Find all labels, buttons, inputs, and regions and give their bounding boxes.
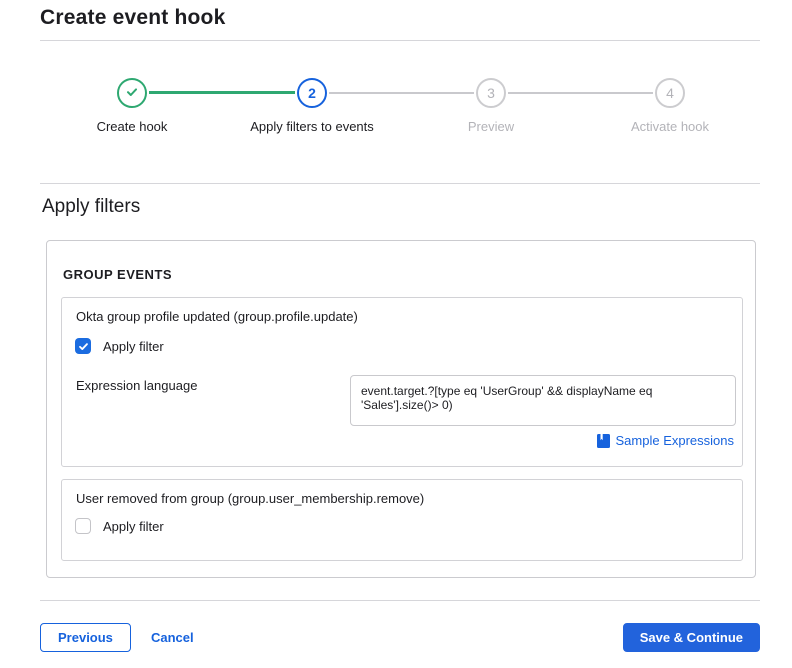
check-icon [125,85,139,102]
apply-filter-label: Apply filter [103,339,164,354]
apply-filter-row[interactable]: Apply filter [75,338,164,354]
event-title: User removed from group (group.user_memb… [76,491,424,506]
step-1-label: Create hook [42,119,222,134]
step-4-label: Activate hook [580,119,760,134]
previous-button[interactable]: Previous [40,623,131,652]
step-2-label: Apply filters to events [222,119,402,134]
step-3-circle: 3 [476,78,506,108]
apply-filter-checkbox-unchecked[interactable] [75,518,91,534]
cancel-link[interactable]: Cancel [151,630,194,645]
expression-language-input[interactable]: event.target.?[type eq 'UserGroup' && di… [350,375,736,426]
footer-divider [40,600,760,601]
group-events-panel: GROUP EVENTS Okta group profile updated … [46,240,756,578]
stepper-connector-todo [329,92,474,94]
step-3-label: Preview [401,119,581,134]
step-number: 4 [666,85,674,101]
book-icon [597,434,610,448]
sample-expressions-link[interactable]: Sample Expressions [597,433,735,448]
create-event-hook-page: Create event hook 2 3 4 Create hook Appl… [0,0,792,668]
stepper-connector-done [149,91,295,94]
wizard-stepper: 2 3 4 Create hook Apply filters to event… [0,0,792,150]
section-heading: Apply filters [42,196,140,218]
expression-language-label: Expression language [76,378,197,393]
section-divider [40,183,760,184]
step-4-circle: 4 [655,78,685,108]
event-title: Okta group profile updated (group.profil… [76,309,358,324]
apply-filter-label: Apply filter [103,519,164,534]
step-1-circle[interactable] [117,78,147,108]
apply-filter-checkbox-checked[interactable] [75,338,91,354]
stepper-connector-todo [508,92,653,94]
check-icon [78,341,89,352]
sample-expressions-label: Sample Expressions [616,433,735,448]
step-number: 3 [487,85,495,101]
step-number: 2 [308,85,316,101]
event-card-group-profile-update: Okta group profile updated (group.profil… [61,297,743,467]
save-continue-button[interactable]: Save & Continue [623,623,760,652]
group-events-title: GROUP EVENTS [63,267,172,282]
apply-filter-row[interactable]: Apply filter [75,518,164,534]
step-2-circle[interactable]: 2 [297,78,327,108]
event-card-user-membership-remove: User removed from group (group.user_memb… [61,479,743,561]
